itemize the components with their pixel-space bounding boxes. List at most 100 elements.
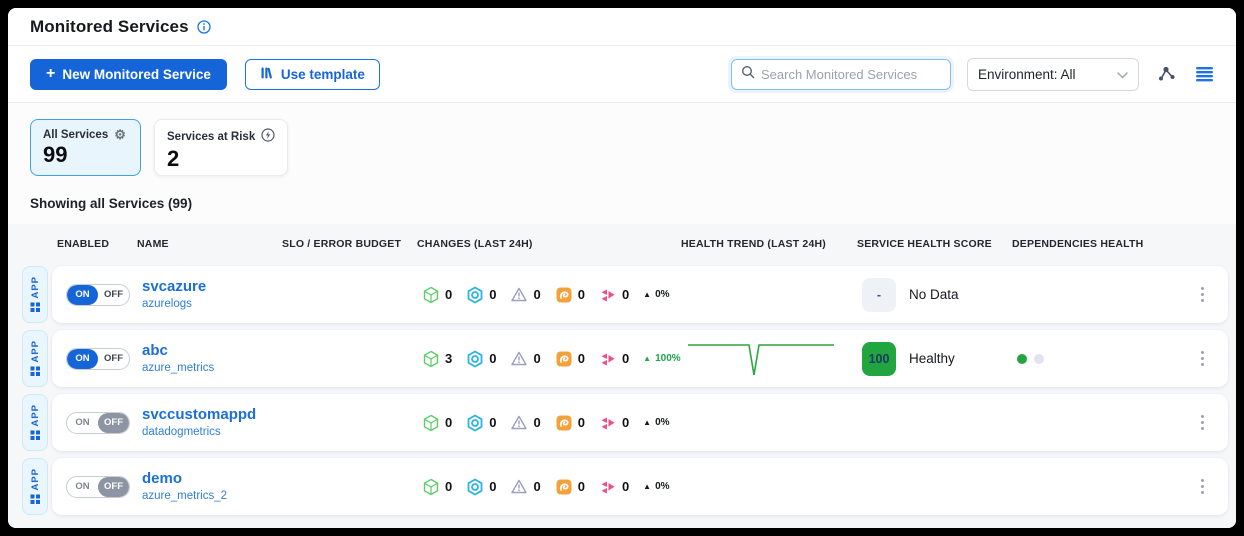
changes-cell: 0 0 0 0 0 ▲0% (422, 478, 686, 496)
col-dependencies: DEPENDENCIES HEALTH (1012, 238, 1236, 250)
all-services-card[interactable]: All Services ⚙ 99 (30, 119, 141, 176)
services-table: ENABLED NAME SLO / ERROR BUDGET CHANGES … (8, 224, 1236, 528)
health-score-cell: 100 Healthy (862, 342, 1017, 376)
topology-view-icon[interactable] (1157, 65, 1177, 83)
search-box[interactable] (731, 59, 951, 90)
row-actions-menu[interactable] (1195, 409, 1211, 437)
service-subtitle: azure_metrics_2 (142, 489, 287, 503)
service-subtitle: azure_metrics (142, 361, 287, 375)
orange-app-icon (555, 350, 573, 368)
health-score-cell: - No Data (862, 278, 1017, 312)
col-changes: CHANGES (LAST 24H) (417, 238, 681, 250)
search-input[interactable] (761, 67, 941, 82)
enabled-toggle[interactable]: ON OFF (66, 284, 130, 306)
config-hexagon-icon (466, 350, 484, 368)
dependency-healthy-dot[interactable] (1017, 354, 1027, 364)
delta-up-icon: ▲ (643, 418, 651, 427)
deployment-cube-icon (422, 478, 440, 496)
pink-arrows-icon (599, 414, 617, 432)
service-name-link[interactable]: svcazure (142, 278, 287, 297)
change-delta: ▲100% (643, 353, 681, 364)
summary-cards: All Services ⚙ 99 Services at Risk 2 (8, 103, 1236, 176)
table-row: APP ON OFF abc azure_metrics (22, 330, 1228, 387)
pink-arrows-icon (599, 478, 617, 496)
dependency-unknown-dot[interactable] (1034, 354, 1044, 364)
table-header: ENABLED NAME SLO / ERROR BUDGET CHANGES … (8, 224, 1236, 264)
changes-cell: 0 0 0 0 0 ▲0% (422, 414, 686, 432)
orange-app-icon (555, 478, 573, 496)
app-type-tab[interactable]: APP (22, 394, 48, 451)
score-badge: - (862, 278, 896, 312)
app-grid-icon (30, 366, 41, 377)
table-row: APP ON OFF svccustomappd datadogmetrics (22, 394, 1228, 451)
app-type-tab[interactable]: APP (22, 458, 48, 515)
showing-services-text: Showing all Services (99) (30, 196, 1236, 211)
col-slo: SLO / ERROR BUDGET (282, 238, 417, 250)
service-subtitle: datadogmetrics (142, 425, 287, 439)
orange-app-icon (555, 414, 573, 432)
delta-up-icon: ▲ (643, 354, 651, 363)
changes-cell: 0 0 0 0 0 ▲0% (422, 286, 686, 304)
changes-cell: 3 0 0 0 0 ▲100% (422, 350, 686, 368)
service-name-link[interactable]: demo (142, 470, 287, 489)
dependencies-cell (1017, 354, 1157, 364)
col-name: NAME (137, 238, 282, 250)
search-icon (741, 65, 755, 84)
col-health-trend: HEALTH TREND (LAST 24H) (681, 238, 857, 250)
table-row: APP ON OFF svcazure azurelogs (22, 266, 1228, 323)
change-delta: ▲0% (643, 417, 669, 428)
alert-triangle-icon (510, 350, 528, 368)
toolbar: + New Monitored Service Use template Env… (8, 46, 1236, 103)
col-health-score: SERVICE HEALTH SCORE (857, 238, 1012, 250)
deployment-cube-icon (422, 286, 440, 304)
score-label: Healthy (909, 351, 955, 366)
template-library-icon (260, 66, 274, 83)
alert-triangle-icon (510, 414, 528, 432)
enabled-toggle[interactable]: ON OFF (66, 348, 130, 370)
alert-triangle-icon (510, 478, 528, 496)
health-trend-sparkline (686, 337, 836, 381)
orange-app-icon (555, 286, 573, 304)
info-icon[interactable] (197, 20, 211, 34)
page-title: Monitored Services (30, 17, 189, 37)
gear-icon: ⚙ (114, 128, 126, 141)
monitored-services-page: Monitored Services + New Monitored Servi… (8, 8, 1236, 528)
score-badge: 100 (862, 342, 896, 376)
app-type-tab[interactable]: APP (22, 330, 48, 387)
services-at-risk-card[interactable]: Services at Risk 2 (154, 119, 288, 176)
environment-dropdown[interactable]: Environment: All (967, 58, 1139, 91)
content-area: All Services ⚙ 99 Services at Risk 2 Sho… (8, 103, 1236, 527)
service-name-link[interactable]: abc (142, 342, 287, 361)
pink-arrows-icon (599, 286, 617, 304)
col-enabled: ENABLED (57, 238, 137, 250)
config-hexagon-icon (466, 478, 484, 496)
row-actions-menu[interactable] (1195, 281, 1211, 309)
delta-up-icon: ▲ (643, 482, 651, 491)
risk-bolt-icon (261, 128, 275, 145)
config-hexagon-icon (466, 414, 484, 432)
page-header: Monitored Services (8, 8, 1236, 46)
service-subtitle: azurelogs (142, 297, 287, 311)
services-at-risk-count: 2 (167, 146, 275, 172)
alert-triangle-icon (510, 286, 528, 304)
table-row: APP ON OFF demo azure_metrics_2 (22, 458, 1228, 515)
list-view-icon[interactable] (1195, 66, 1214, 82)
config-hexagon-icon (466, 286, 484, 304)
use-template-button[interactable]: Use template (245, 59, 380, 90)
pink-arrows-icon (599, 350, 617, 368)
enabled-toggle[interactable]: ON OFF (66, 476, 130, 498)
deployment-cube-icon (422, 414, 440, 432)
service-name-link[interactable]: svccustomappd (142, 406, 287, 425)
new-monitored-service-button[interactable]: + New Monitored Service (30, 59, 227, 90)
enabled-toggle[interactable]: ON OFF (66, 412, 130, 434)
app-type-tab[interactable]: APP (22, 266, 48, 323)
change-delta: ▲0% (643, 289, 669, 300)
row-actions-menu[interactable] (1195, 473, 1211, 501)
app-grid-icon (30, 430, 41, 441)
deployment-cube-icon (422, 350, 440, 368)
row-actions-menu[interactable] (1195, 345, 1211, 373)
score-label: No Data (909, 287, 959, 302)
plus-icon: + (46, 66, 55, 82)
delta-up-icon: ▲ (643, 290, 651, 299)
all-services-count: 99 (43, 142, 128, 168)
